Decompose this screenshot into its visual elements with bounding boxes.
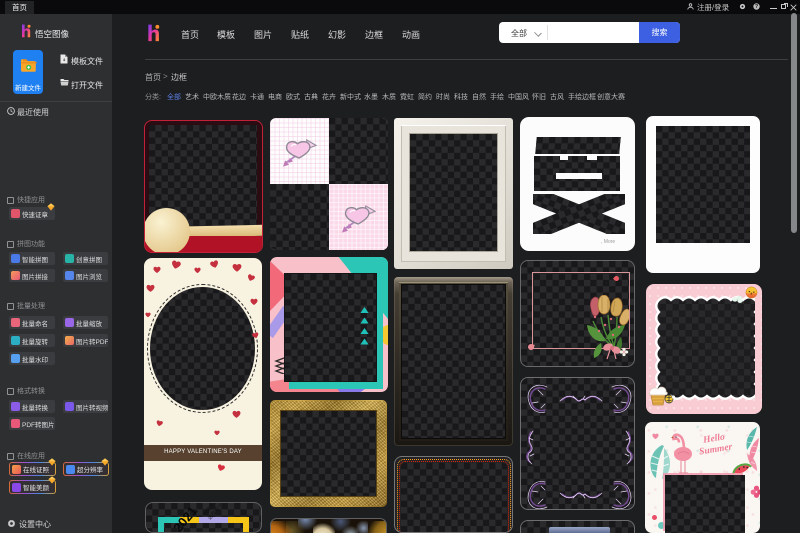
svg-text:?: ? [755, 4, 758, 10]
